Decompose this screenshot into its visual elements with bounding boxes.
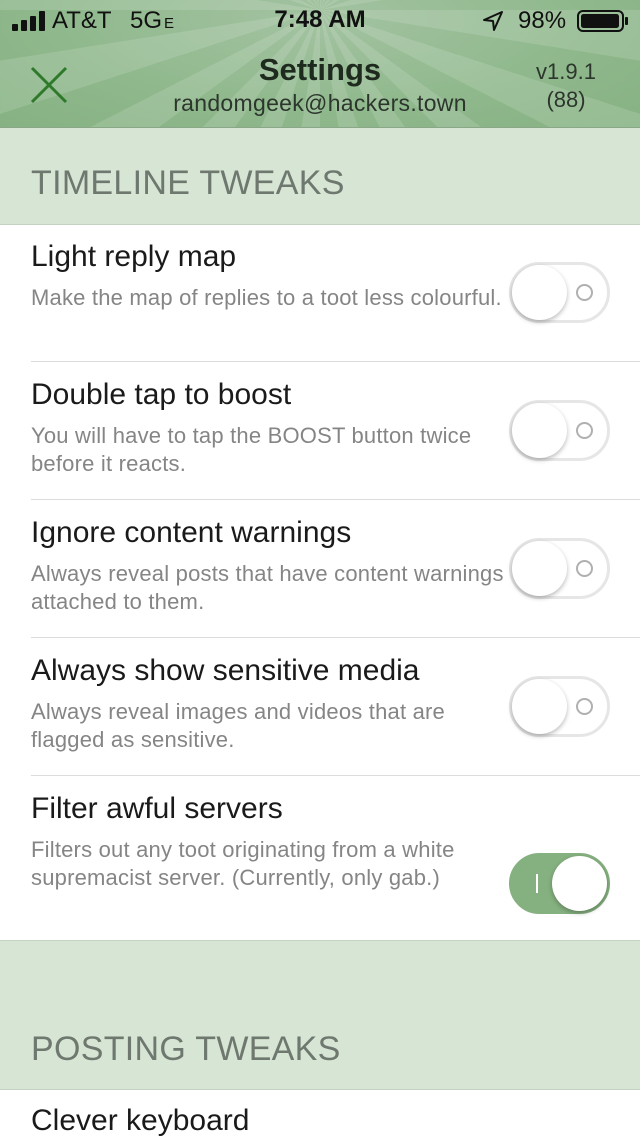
toggle-off-indicator <box>576 284 593 301</box>
battery-percent: 98% <box>518 7 567 34</box>
toggle-off-indicator <box>576 560 593 577</box>
navigation-header: AT&T 5G E 7:48 AM 98% Settings randomgeek… <box>0 0 640 128</box>
setting-row-always-show-sensitive-media: Always show sensitive media Always revea… <box>0 638 640 776</box>
app-version: v1.9.1 (88) <box>520 58 612 114</box>
status-bar: AT&T 5G E 7:48 AM 98% <box>0 0 640 40</box>
setting-row-double-tap-to-boost: Double tap to boost You will have to tap… <box>0 362 640 500</box>
setting-label: Light reply map <box>31 240 237 273</box>
section-header-posting-tweaks: POSTING TWEAKS <box>0 941 640 1090</box>
section-header-timeline-tweaks: TIMELINE TWEAKS <box>0 128 640 225</box>
toggle-knob <box>512 679 567 734</box>
toggle-off-indicator <box>576 422 593 439</box>
setting-row-filter-awful-servers: Filter awful servers Filters out any too… <box>0 776 640 941</box>
setting-label: Clever keyboard <box>31 1104 250 1136</box>
double-tap-to-boost-toggle[interactable] <box>509 400 610 461</box>
posting-tweaks-list: Clever keyboard <box>0 1090 640 1136</box>
setting-label: Filter awful servers <box>31 792 283 825</box>
build-number: (88) <box>546 87 586 112</box>
filter-awful-servers-toggle[interactable] <box>509 853 610 914</box>
setting-description: You will have to tap the BOOST button tw… <box>31 423 472 476</box>
location-arrow-icon <box>483 11 503 31</box>
toggle-knob <box>512 403 567 458</box>
timeline-tweaks-list: Light reply map Make the map of replies … <box>0 225 640 941</box>
setting-row-ignore-content-warnings: Ignore content warnings Always reveal po… <box>0 500 640 638</box>
light-reply-map-toggle[interactable] <box>509 262 610 323</box>
battery-icon <box>577 10 628 32</box>
setting-label: Ignore content warnings <box>31 516 352 549</box>
setting-row-clever-keyboard: Clever keyboard <box>0 1090 640 1136</box>
toggle-knob <box>512 541 567 596</box>
toggle-knob <box>512 265 567 320</box>
setting-description: Always reveal posts that have content wa… <box>31 561 504 614</box>
setting-description: Filters out any toot originating from a … <box>31 837 455 890</box>
setting-label: Always show sensitive media <box>31 654 420 687</box>
section-title: TIMELINE TWEAKS <box>31 164 345 202</box>
version-number: v1.9.1 <box>536 59 596 84</box>
setting-label: Double tap to boost <box>31 378 292 411</box>
toggle-on-indicator <box>536 874 538 893</box>
always-show-sensitive-media-toggle[interactable] <box>509 676 610 737</box>
ignore-content-warnings-toggle[interactable] <box>509 538 610 599</box>
setting-description: Always reveal images and videos that are… <box>31 699 445 752</box>
toggle-knob <box>552 856 607 911</box>
setting-description: Make the map of replies to a toot less c… <box>31 285 502 310</box>
toggle-off-indicator <box>576 698 593 715</box>
setting-row-light-reply-map: Light reply map Make the map of replies … <box>0 225 640 362</box>
section-title: POSTING TWEAKS <box>31 1030 341 1068</box>
